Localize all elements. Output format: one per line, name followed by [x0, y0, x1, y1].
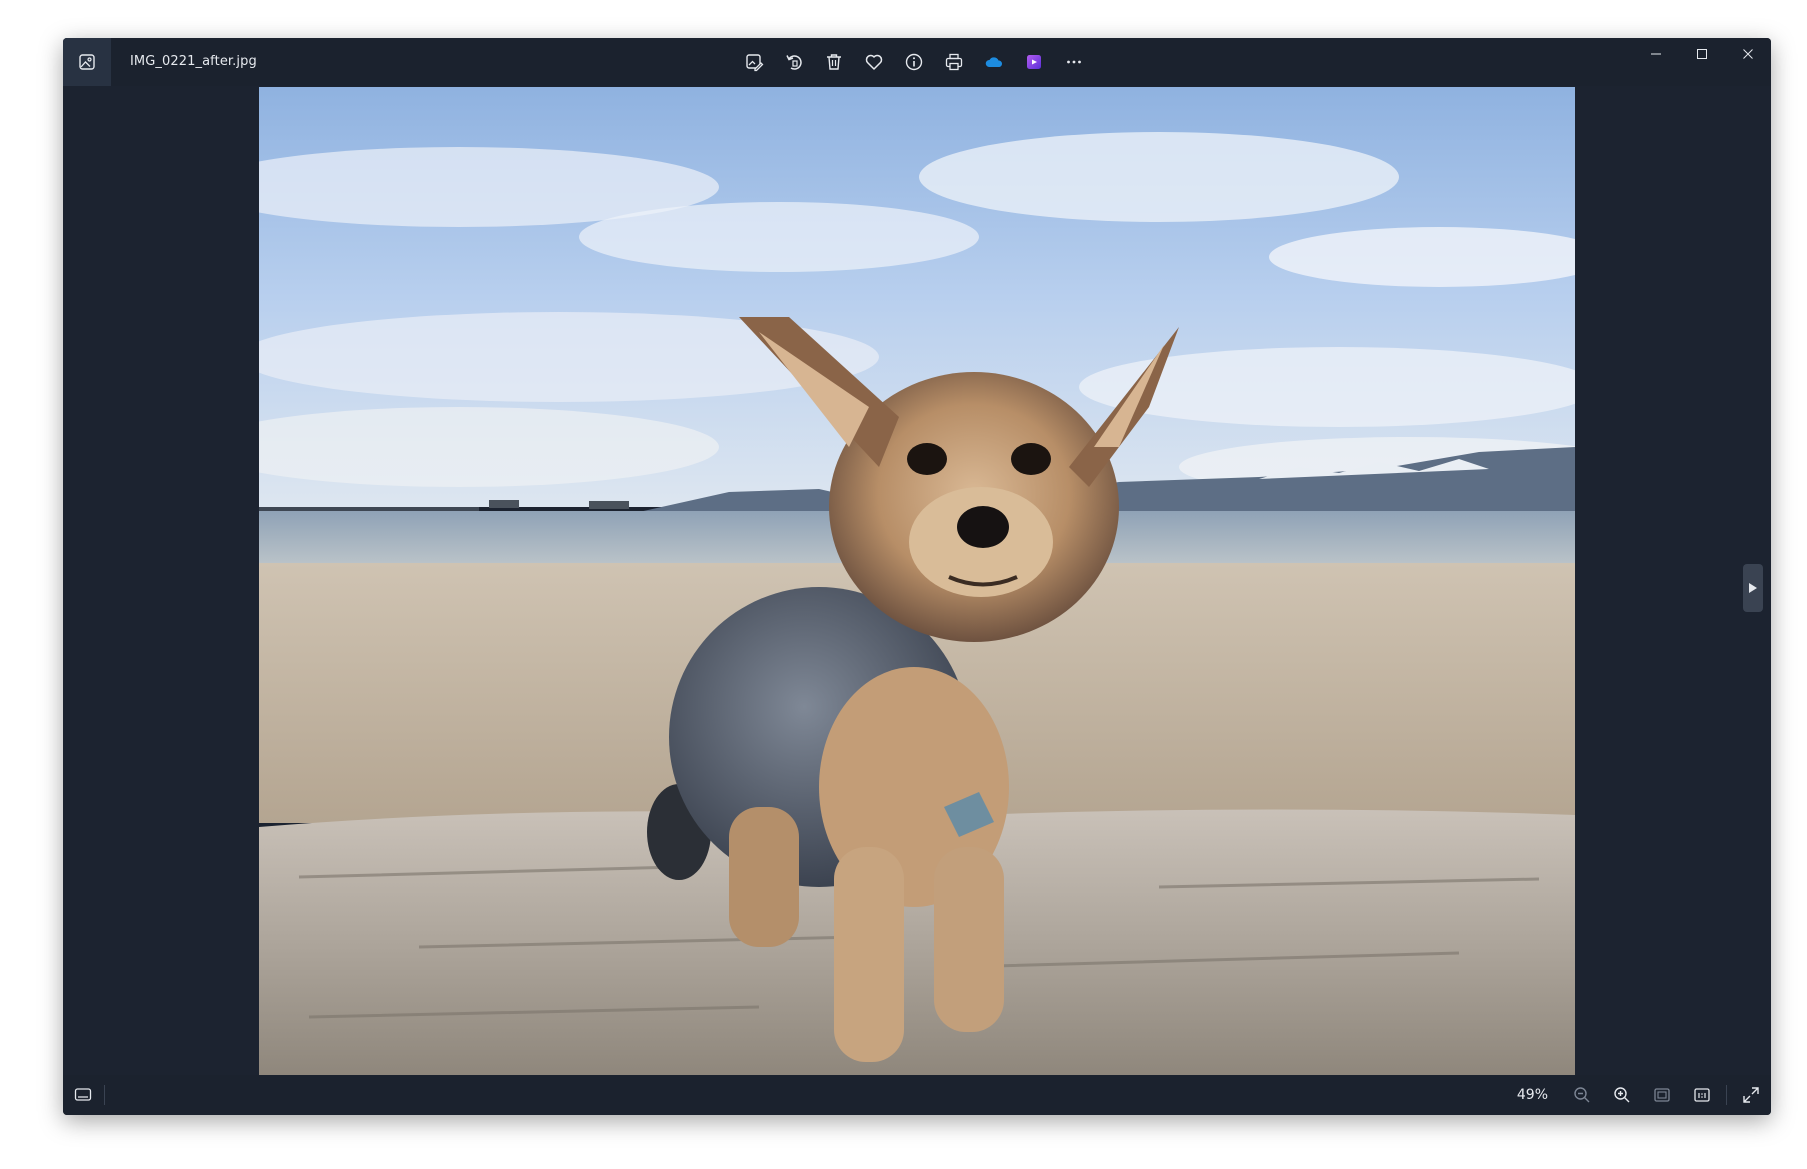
close-button[interactable]	[1725, 38, 1771, 70]
clipchamp-button[interactable]	[1018, 46, 1050, 78]
edit-image-button[interactable]	[738, 46, 770, 78]
file-name-title: IMG_0221_after.jpg	[130, 54, 257, 69]
rotate-icon	[786, 55, 802, 70]
zoom-out-button[interactable]	[1562, 1075, 1602, 1115]
heart-icon	[865, 54, 883, 70]
clipchamp-icon	[1027, 55, 1041, 69]
file-info-button[interactable]	[898, 46, 930, 78]
full-screen-button[interactable]	[1731, 1075, 1771, 1115]
photo-display	[259, 87, 1575, 1075]
favorite-button[interactable]	[858, 46, 890, 78]
onedrive-button[interactable]	[978, 46, 1010, 78]
maximize-icon	[1697, 49, 1707, 59]
zoom-in-button[interactable]	[1602, 1075, 1642, 1115]
filmstrip-toggle-button[interactable]	[63, 1075, 103, 1115]
expand-icon	[1743, 1087, 1759, 1103]
photos-app-icon	[79, 54, 95, 70]
fit-window-icon	[1654, 1088, 1670, 1102]
zoom-divider	[1726, 1085, 1727, 1105]
actual-size-button[interactable]	[1682, 1075, 1722, 1115]
more-icon	[1067, 60, 1081, 64]
fit-to-window-button[interactable]	[1642, 1075, 1682, 1115]
zoom-out-icon	[1574, 1087, 1590, 1103]
zoom-level-label: 49%	[1516, 1087, 1548, 1103]
bottom-divider	[104, 1085, 105, 1105]
app-icon-button[interactable]	[63, 38, 111, 86]
image-canvas[interactable]	[63, 86, 1771, 1075]
edit-image-icon	[746, 54, 764, 72]
bottom-status-bar: 49%	[63, 1075, 1771, 1115]
next-image-button[interactable]	[1743, 564, 1763, 612]
rotate-button[interactable]	[778, 46, 810, 78]
top-toolbar	[738, 46, 1090, 78]
play-next-icon	[1749, 583, 1757, 593]
zoom-in-icon	[1614, 1087, 1630, 1103]
dog-on-beach-photo	[259, 87, 1575, 1075]
title-bar: IMG_0221_after.jpg	[63, 38, 1771, 86]
trash-icon	[827, 54, 841, 70]
close-icon	[1743, 49, 1753, 59]
minimize-icon	[1651, 53, 1661, 55]
more-options-button[interactable]	[1058, 46, 1090, 78]
filmstrip-icon	[74, 1088, 92, 1101]
cloud-icon	[985, 57, 1003, 67]
info-icon	[905, 53, 923, 71]
zoom-controls: 49%	[1517, 1075, 1771, 1115]
actual-size-icon	[1694, 1088, 1710, 1102]
photos-app-window: IMG_0221_after.jpg 49%	[63, 38, 1771, 1115]
maximize-button[interactable]	[1679, 38, 1725, 70]
window-controls	[1633, 38, 1771, 70]
print-button[interactable]	[938, 46, 970, 78]
delete-button[interactable]	[818, 46, 850, 78]
minimize-button[interactable]	[1633, 38, 1679, 70]
printer-icon	[945, 53, 963, 71]
